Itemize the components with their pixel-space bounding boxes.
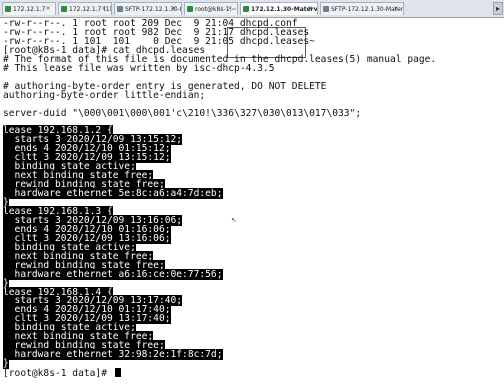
terminal-line: hardware ethernet 5e:8c:a6:a4:7d:eb; <box>3 188 223 200</box>
session-tab[interactable]: 172.12.1.7 (1) × <box>58 2 112 15</box>
close-tab-icon[interactable]: × <box>101 6 107 12</box>
tab-scroll-right-icon[interactable]: ▸ <box>493 2 503 15</box>
close-tab-icon[interactable]: × <box>227 6 233 12</box>
terminal-line: hardware ethernet a6:16:ce:0e:77:56; <box>3 268 223 280</box>
session-tab[interactable]: SFTP-172.12.1.30-Materv18.0× <box>114 2 182 15</box>
close-tab-icon[interactable]: × <box>45 6 51 12</box>
connected-icon <box>5 6 11 12</box>
session-tab-label: 172.12.1.7 <box>13 6 46 13</box>
connected-icon <box>61 6 67 12</box>
terminal-output[interactable]: ↖ -rw-r--r--. 1 root root 209 Dec 9 21:0… <box>0 18 504 386</box>
selected-text: hardware ethernet 32:98:2e:1f:8c:7d; <box>3 349 223 361</box>
terminal-text: server-duid "\000\001\000\001'c\210!\336… <box>3 107 362 119</box>
sftp-icon <box>323 6 329 12</box>
session-tab-bar: 172.12.1.7 × 172.12.1.7 (1) × SFTP-172.12.1.… <box>0 0 504 18</box>
close-tab-icon[interactable]: × <box>307 6 313 12</box>
session-tab[interactable]: 172.12.1.30-Materv18.0× <box>240 2 318 15</box>
close-tab-icon[interactable]: × <box>171 6 177 12</box>
mouse-pointer-icon: ↖ <box>231 215 237 225</box>
terminal-text: authoring-byte-order little-endian; <box>3 89 206 101</box>
selected-text: hardware ethernet a6:16:ce:0e:77:56; <box>3 268 223 280</box>
connected-icon <box>243 6 249 12</box>
terminal-line: # This lease file was written by isc-dhc… <box>3 62 275 74</box>
connected-icon <box>187 6 193 12</box>
terminal-text: [root@k8s-1 data]# <box>3 368 113 380</box>
terminal-line: server-duid "\000\001\000\001'c\210!\336… <box>3 107 362 119</box>
terminal-text: # This lease file was written by isc-dhc… <box>3 62 275 74</box>
sftp-icon <box>117 6 123 12</box>
terminal-line: [root@k8s-1 data]# <box>3 368 121 380</box>
terminal-line: authoring-byte-order little-endian; <box>3 89 206 101</box>
session-tab[interactable]: SFTP-172.12.1.30-Materv18.0× <box>320 2 404 15</box>
terminal-cursor <box>114 368 121 378</box>
selected-text: hardware ethernet 5e:8c:a6:a4:7d:eb; <box>3 188 223 200</box>
close-tab-icon[interactable]: × <box>393 6 399 12</box>
terminal-line: hardware ethernet 32:98:2e:1f:8c:7d; <box>3 349 223 361</box>
session-tab[interactable]: 172.12.1.7 × <box>2 2 56 15</box>
session-tab[interactable]: root@k8s-1:~ × <box>184 2 238 15</box>
